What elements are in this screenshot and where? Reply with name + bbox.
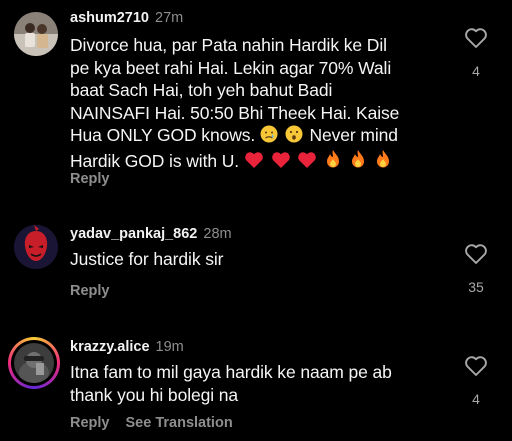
comment-text-segment: Never mind <box>309 125 398 145</box>
comment-text: Itna fam to mil gaya hardik ke naam pe a… <box>70 361 450 406</box>
comment-text-line: NAINSAFI Hai. 50:50 Bhi Theek Hai. Kaise <box>70 102 400 123</box>
heart-outline-icon[interactable] <box>464 355 488 377</box>
comment-item: krazzy.alice 19m Itna fam to mil gaya har… <box>0 325 512 441</box>
comment-text-line: Justice for hardik sir <box>70 249 224 269</box>
comment-text-line: pe kya beet rahi Hai. Lekin agar 70% Wal… <box>70 57 392 78</box>
fire-icon <box>324 149 342 175</box>
heart-outline-icon[interactable] <box>464 243 488 265</box>
like-button[interactable]: 4 <box>462 27 490 79</box>
comment-actions: Reply <box>70 282 126 300</box>
comment-text-line: thank you hi bolegi na <box>70 384 239 405</box>
fire-icon <box>349 149 367 175</box>
surprised-face-icon <box>285 125 303 149</box>
username[interactable]: ashum2710 <box>70 10 149 26</box>
story-ring[interactable] <box>8 337 60 389</box>
timestamp: 27m <box>155 10 184 26</box>
like-button[interactable]: 35 <box>462 243 490 295</box>
avatar-photo <box>14 12 58 56</box>
comment-text: Divorce hua, par Pata nahin Hardik ke Di… <box>70 34 450 174</box>
username[interactable]: krazzy.alice <box>70 339 150 355</box>
timestamp: 19m <box>155 339 184 355</box>
like-count: 35 <box>468 279 484 295</box>
avatar[interactable] <box>14 12 58 56</box>
timestamp: 28m <box>203 226 232 242</box>
reply-button[interactable]: Reply <box>70 171 110 187</box>
comment-text-line: Itna fam to mil gaya hardik ke naam pe a… <box>70 362 392 382</box>
comment-text-segment: Hua ONLY GOD knows. <box>70 125 256 145</box>
reply-button[interactable]: Reply <box>70 415 110 431</box>
red-heart-icon <box>271 151 291 175</box>
avatar <box>14 343 54 383</box>
see-translation-button[interactable]: See Translation <box>126 415 233 431</box>
heart-outline-icon[interactable] <box>464 27 488 49</box>
crying-face-icon <box>260 125 278 149</box>
avatar[interactable] <box>14 225 58 269</box>
comment-actions: Reply <box>70 170 126 188</box>
comment-text: Justice for hardik sir <box>70 248 450 271</box>
red-heart-icon <box>297 151 317 175</box>
comment-item: ashum2710 27m Divorce hua, par Pata nahin… <box>0 0 512 200</box>
avatar-photo <box>14 225 58 269</box>
comment-text-line: Divorce hua, par Pata nahin Hardik ke Di… <box>70 35 387 55</box>
username[interactable]: yadav_pankaj_862 <box>70 226 197 242</box>
comment-header: krazzy.alice 19m <box>70 338 184 356</box>
comment-header: ashum2710 27m <box>70 9 183 27</box>
comment-actions: Reply See Translation <box>70 414 249 432</box>
comment-text-line: Hua ONLY GOD knows. Never mind <box>70 124 450 149</box>
comment-text-line: Hardik GOD is with U. <box>70 149 450 175</box>
comment-text-line: baat Sach Hai, toh yeh bahut Badi <box>70 80 333 100</box>
story-ring-gap <box>11 340 57 386</box>
comment-text-segment: Hardik GOD is with U. <box>70 150 240 171</box>
reply-button[interactable]: Reply <box>70 283 110 299</box>
like-count: 4 <box>472 391 480 407</box>
comment-item: yadav_pankaj_862 28m Justice for hardik s… <box>0 215 512 315</box>
like-button[interactable]: 4 <box>462 355 490 407</box>
like-count: 4 <box>472 63 480 79</box>
comment-header: yadav_pankaj_862 28m <box>70 225 232 243</box>
fire-icon <box>374 149 392 175</box>
red-heart-icon <box>244 151 264 175</box>
